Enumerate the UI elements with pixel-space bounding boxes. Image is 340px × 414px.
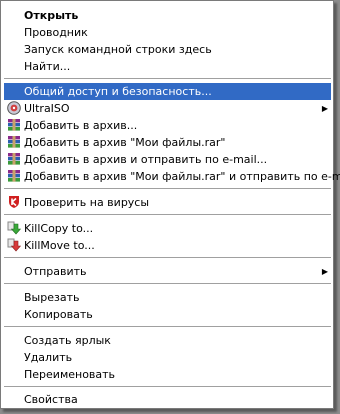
separator [4,214,331,216]
menu-item-label: Добавить в архив "Мои файлы.rar" и отпра… [24,170,340,183]
menu-item-label: KillMove to... [24,239,95,252]
menu-item-add-email[interactable]: Добавить в архив и отправить по e-mail..… [4,151,331,168]
ultraiso-disc-icon [7,101,21,115]
winrar-icon [7,152,21,166]
separator [4,257,331,259]
menu-item-label: Проводник [24,26,88,39]
menu-item-copy[interactable]: Копировать [4,306,331,323]
menu-item-label: Найти... [24,60,71,73]
winrar-icon [7,135,21,149]
menu-item-cmd[interactable]: Запуск командной строки здесь [4,41,331,58]
menu-item-rename[interactable]: Переименовать [4,366,331,383]
red-down-arrow-icon [7,238,22,252]
separator [4,78,331,80]
menu-item-killmove[interactable]: KillMove to... [4,237,331,254]
menu-item-label: Проверить на вирусы [24,196,150,209]
kaspersky-shield-icon [7,195,21,209]
menu-item-label: Добавить в архив и отправить по e-mail..… [24,153,268,166]
menu-item-add-rar[interactable]: Добавить в архив "Мои файлы.rar" [4,134,331,151]
winrar-icon [7,169,21,183]
menu-item-label: Добавить в архив "Мои файлы.rar" [24,136,226,149]
separator [4,326,331,328]
submenu-arrow-icon: ▶ [321,104,328,113]
menu-item-killcopy[interactable]: KillCopy to... [4,220,331,237]
separator [4,283,331,285]
menu-item-delete[interactable]: Удалить [4,349,331,366]
menu-item-label: Удалить [24,351,73,364]
menu-item-add-archive[interactable]: Добавить в архив... [4,117,331,134]
submenu-arrow-icon: ▶ [321,267,328,276]
menu-item-create-shortcut[interactable]: Создать ярлык [4,332,331,349]
winrar-icon [7,118,21,132]
menu-item-label: Общий доступ и безопасность... [24,85,212,98]
menu-item-add-rar-email[interactable]: Добавить в архив "Мои файлы.rar" и отпра… [4,168,340,185]
menu-item-open[interactable]: Открыть [4,7,331,24]
menu-item-ultraiso[interactable]: UltraISO ▶ [4,100,331,117]
menu-item-label: Запуск командной строки здесь [24,43,212,56]
menu-item-cut[interactable]: Вырезать [4,289,331,306]
menu-item-label: UltraISO [24,102,70,115]
green-down-arrow-icon [7,221,22,235]
separator [4,386,331,388]
menu-item-label: Создать ярлык [24,334,111,347]
menu-item-label: Добавить в архив... [24,119,138,132]
menu-item-explorer[interactable]: Проводник [4,24,331,41]
menu-item-send-to[interactable]: Отправить ▶ [4,263,331,280]
menu-item-find[interactable]: Найти... [4,58,331,75]
menu-item-label: Отправить [24,265,87,278]
menu-item-label: KillCopy to... [24,222,94,235]
menu-item-label: Открыть [24,9,79,22]
separator [4,188,331,190]
menu-item-virus-scan[interactable]: Проверить на вирусы [4,194,331,211]
menu-item-label: Копировать [24,308,93,321]
menu-item-sharing[interactable]: Общий доступ и безопасность... [4,83,331,100]
menu-item-label: Переименовать [24,368,116,381]
menu-item-label: Свойства [24,393,78,406]
context-menu: Открыть Проводник Запуск командной строк… [0,0,340,409]
menu-item-properties[interactable]: Свойства [4,391,331,408]
menu-item-label: Вырезать [24,291,80,304]
